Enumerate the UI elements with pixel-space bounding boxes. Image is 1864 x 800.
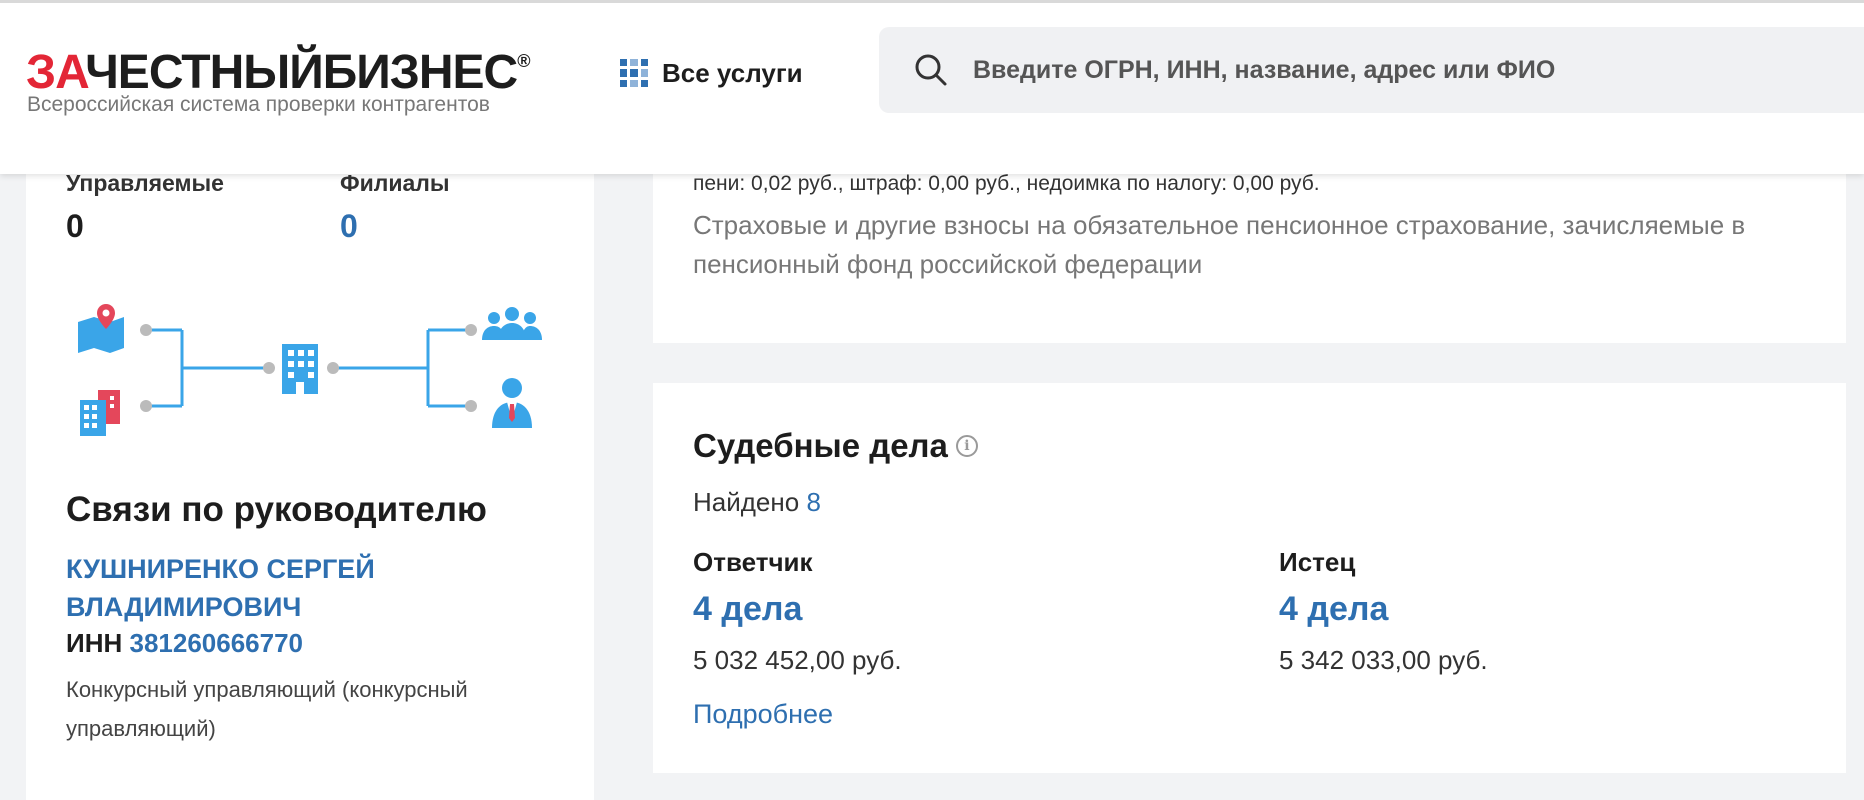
logo-part-red: ЗА: [26, 46, 86, 99]
connections-diagram: [78, 304, 542, 436]
managed-value: 0: [66, 208, 84, 244]
search-input[interactable]: [973, 55, 1773, 85]
more-details-link[interactable]: Подробнее: [693, 699, 833, 730]
branches-value[interactable]: 0: [340, 208, 358, 245]
found-count-line: Найдено 8: [693, 487, 821, 518]
defendant-cases-link[interactable]: 4 дела: [693, 590, 902, 629]
defendant-sum: 5 032 452,00 руб.: [693, 645, 902, 675]
leader-connections-title: Связи по руководителю: [66, 490, 487, 529]
group-icon: [482, 307, 542, 340]
search-bar: [879, 27, 1864, 113]
court-cases-title: Судебные дела i: [693, 427, 978, 465]
plaintiff-column: Истец 4 дела 5 342 033,00 руб.: [1279, 547, 1488, 676]
pension-description: Страховые и другие взносы на обязательно…: [693, 210, 1746, 279]
person-inn: ИНН 381260666770: [66, 628, 303, 659]
site-header: ЗАЧЕСТНЫЙБИЗНЕС® Всероссийская система п…: [0, 0, 1864, 174]
court-cases-title-text: Судебные дела: [693, 427, 948, 464]
inn-value-link[interactable]: 381260666770: [129, 628, 303, 658]
tax-fines-line: пени: 0,02 руб., штраф: 0,00 руб., недои…: [693, 172, 1320, 195]
all-services-label: Все услуги: [662, 57, 803, 88]
defendant-column: Ответчик 4 дела 5 032 452,00 руб.: [693, 547, 902, 676]
tax-card: пени: 0,02 руб., штраф: 0,00 руб., недои…: [653, 150, 1846, 343]
search-icon[interactable]: [911, 50, 951, 90]
plaintiff-cases-link[interactable]: 4 дела: [1279, 590, 1488, 629]
inn-label: ИНН: [66, 628, 123, 658]
map-pin-icon: [78, 304, 124, 353]
info-icon[interactable]: i: [955, 435, 978, 457]
plaintiff-label: Истец: [1279, 547, 1356, 577]
connections-panel: Управляемые 0 Филиалы 0 Связи по руковод…: [26, 150, 594, 800]
plaintiff-sum: 5 342 033,00 руб.: [1279, 645, 1488, 675]
defendant-label: Ответчик: [693, 547, 813, 577]
logo-registered-mark: ®: [517, 51, 530, 71]
logo[interactable]: ЗАЧЕСТНЫЙБИЗНЕС®: [26, 37, 530, 101]
managed-label: Управляемые: [66, 170, 224, 196]
office-building-icon: [282, 344, 318, 394]
person-name-link[interactable]: КУШНИРЕНКО СЕРГЕЙ ВЛАДИМИРОВИЧ: [66, 550, 486, 626]
logo-part-dark: ЧЕСТНЫЙБИЗНЕС: [85, 46, 518, 99]
person-icon: [492, 378, 532, 428]
buildings-icon: [80, 390, 120, 436]
found-label: Найдено: [693, 487, 800, 517]
all-services-button[interactable]: Все услуги: [620, 53, 803, 93]
branches-label: Филиалы: [340, 170, 450, 196]
court-cases-card: Судебные дела i Найдено 8 Ответчик 4 дел…: [653, 383, 1846, 773]
person-role: Конкурсный управляющий (конкурсный управ…: [66, 677, 468, 741]
logo-tagline: Всероссийская система проверки контраген…: [27, 93, 490, 116]
grid-icon: [620, 59, 648, 87]
found-count-link[interactable]: 8: [806, 487, 820, 517]
